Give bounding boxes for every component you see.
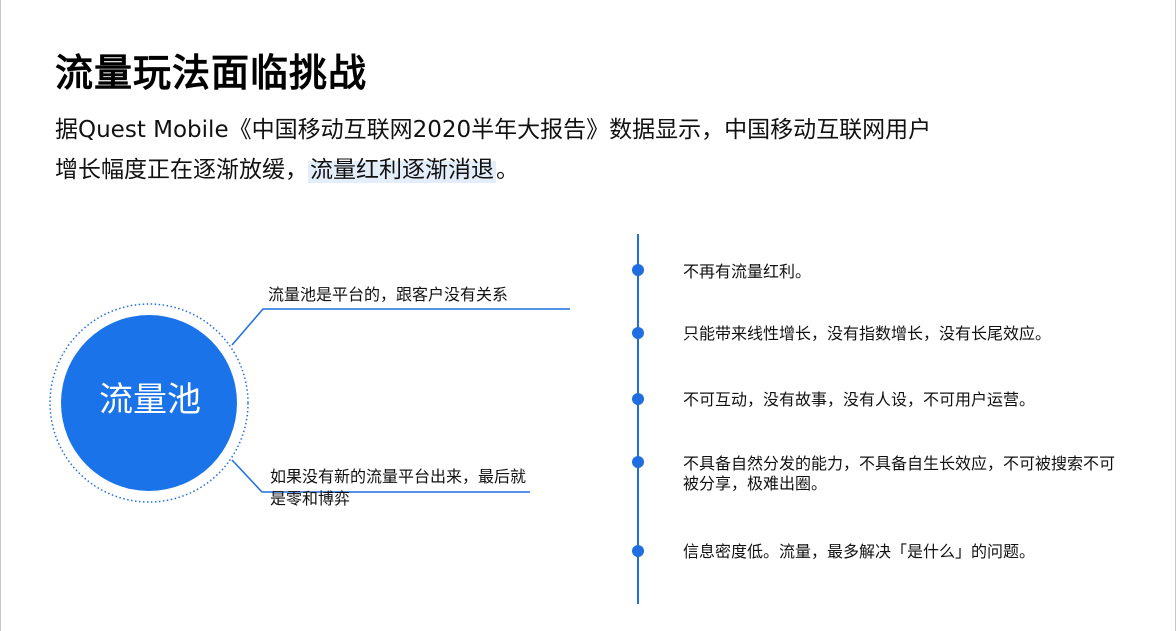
- callout-top-text: 流量池是平台的，跟客户没有关系: [268, 285, 509, 304]
- circle-label: 流量池: [99, 380, 201, 420]
- timeline-dot: [632, 393, 644, 405]
- timeline-dot: [632, 327, 644, 339]
- timeline-item-text: 信息密度低。流量，最多解决「是什么」的问题。: [683, 542, 1036, 561]
- callout-bottom-text: 如果没有新的流量平台出来，最后就是零和博弈: [270, 467, 527, 508]
- timeline-item-text: 不可互动，没有故事，没有人设，不可用户运营。: [683, 390, 1036, 409]
- timeline-dot: [632, 456, 644, 468]
- callout-top-connector: [231, 308, 570, 346]
- traffic-pool-diagram: 流量池 流量池是平台的，跟客户没有关系 如果没有新的流量平台出来，最后就是零和博…: [0, 0, 600, 631]
- timeline-item-text: 不具备自然分发的能力，不具备自生长效应，不可被搜索不可被分享，极难出圈。: [683, 454, 1116, 493]
- timeline-item-text: 只能带来线性增长，没有指数增长，没有长尾效应。: [683, 324, 1052, 343]
- timeline-item-text: 不再有流量红利。: [683, 262, 812, 281]
- timeline-dot: [632, 545, 644, 557]
- timeline-dot: [632, 264, 644, 276]
- traffic-pool-graphic: [49, 303, 570, 503]
